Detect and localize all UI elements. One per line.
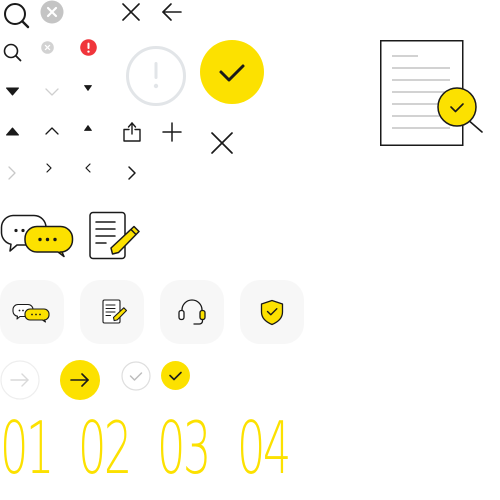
success-check-circle-icon: [200, 40, 264, 104]
error-badge-icon: [80, 39, 97, 56]
arrow-right-circle-inactive-button[interactable]: [0, 360, 40, 400]
step-number-02: 02: [78, 406, 132, 490]
document-edit-tile-button[interactable]: [80, 280, 144, 344]
document-edit-icon: [89, 211, 141, 261]
clear-circle-icon[interactable]: [41, 41, 54, 54]
plus-icon[interactable]: [162, 122, 182, 142]
chevron-up-icon[interactable]: [45, 127, 59, 135]
document-edit-icon: [102, 299, 128, 324]
chat-tile-button[interactable]: [0, 280, 64, 344]
caret-down-small-icon[interactable]: [84, 85, 92, 91]
close-icon[interactable]: [211, 132, 233, 154]
step-number-03: 03: [157, 406, 211, 490]
step-number-01: 01: [0, 406, 54, 490]
chat-bubbles-icon: [12, 303, 50, 323]
close-icon[interactable]: [122, 3, 140, 21]
check-circle-active-button[interactable]: [161, 361, 190, 390]
chevron-right-icon[interactable]: [128, 166, 136, 180]
clear-circle-icon[interactable]: [40, 0, 64, 24]
step-number-04: 04: [237, 406, 291, 490]
icon-sheet: { "colors": { "accent_yellow": "#FCE100"…: [0, 0, 500, 500]
document-search-illustration: [380, 40, 484, 146]
caret-down-filled-icon[interactable]: [6, 87, 19, 96]
chevron-right-small-icon[interactable]: [46, 163, 52, 173]
search-icon[interactable]: [3, 43, 22, 62]
caret-up-small-icon[interactable]: [84, 125, 92, 131]
chevron-left-small-icon[interactable]: [85, 163, 91, 173]
share-icon[interactable]: [123, 121, 141, 142]
headset-tile-button[interactable]: [160, 280, 224, 344]
shield-check-icon: [260, 299, 284, 326]
search-icon[interactable]: [2, 1, 30, 29]
headset-icon: [178, 299, 206, 325]
check-circle-inactive-button[interactable]: [121, 361, 151, 391]
back-arrow-icon[interactable]: [162, 3, 182, 21]
chevron-down-light-icon[interactable]: [45, 88, 59, 96]
chat-bubbles-icon: [0, 214, 74, 258]
shield-check-tile-button[interactable]: [240, 280, 304, 344]
info-exclamation-circle-icon: [125, 45, 187, 107]
arrow-right-circle-active-button[interactable]: [60, 360, 100, 400]
chevron-right-light-icon[interactable]: [8, 166, 16, 180]
caret-up-filled-icon[interactable]: [6, 127, 19, 136]
